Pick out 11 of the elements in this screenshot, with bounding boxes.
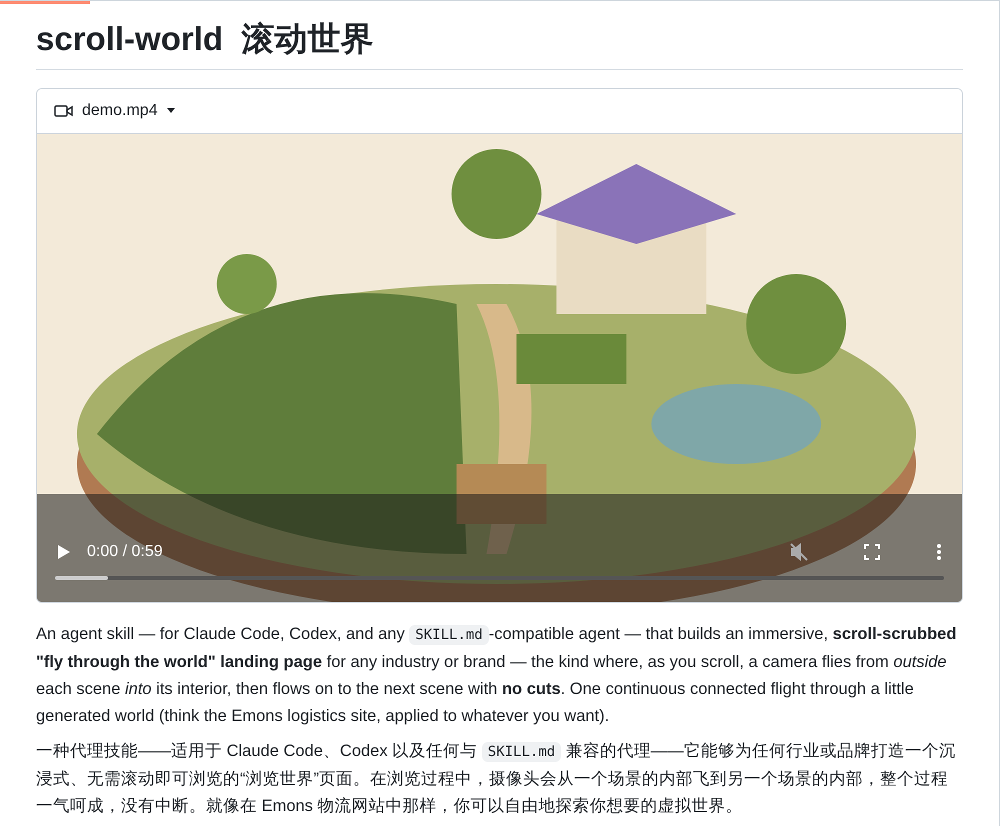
description-paragraph: 一种代理技能——适用于 Claude Code、Codex 以及任何与 SKILL.md 兼容的代理——它能够为任何行业或品牌打造一个沉浸式、无需滚动即可浏览的“浏览世界”页面。在浏览过程中，摄像头会从一个场景的内部飞到另一个场景的内部，整个过程一气呵成，没有中断。就像在 Emons 物流网站中那样，你可以自由地探索你想要的虚拟世界。 [36,741,957,817]
description-paragraph: An agent skill — for Claude Code, Codex, and any SKILL.md -compatible agent — that builds an immersive, scroll-scrubbed "fly through the world" landing page for any industry or brand — the kind where, as you scroll, a camera flies from outside each scene into its interior, then flows on to the next scene with no cuts. One continuous connected flight through a little generated world (think the Emons logistics site, applied to whatever you want). [36,624,958,727]
progress-track[interactable] [55,576,944,580]
page-title: scroll-world 滚动世界 [36,15,963,70]
muted-speaker-button[interactable] [788,541,810,563]
caret-icon [166,108,176,114]
video-time: 0:00 / 0:59 [87,542,163,562]
file-dropdown[interactable]: demo.mp4 [37,89,962,134]
more-options-button[interactable] [934,542,944,562]
video-camera-icon [54,104,74,118]
fullscreen-button[interactable] [862,542,882,562]
